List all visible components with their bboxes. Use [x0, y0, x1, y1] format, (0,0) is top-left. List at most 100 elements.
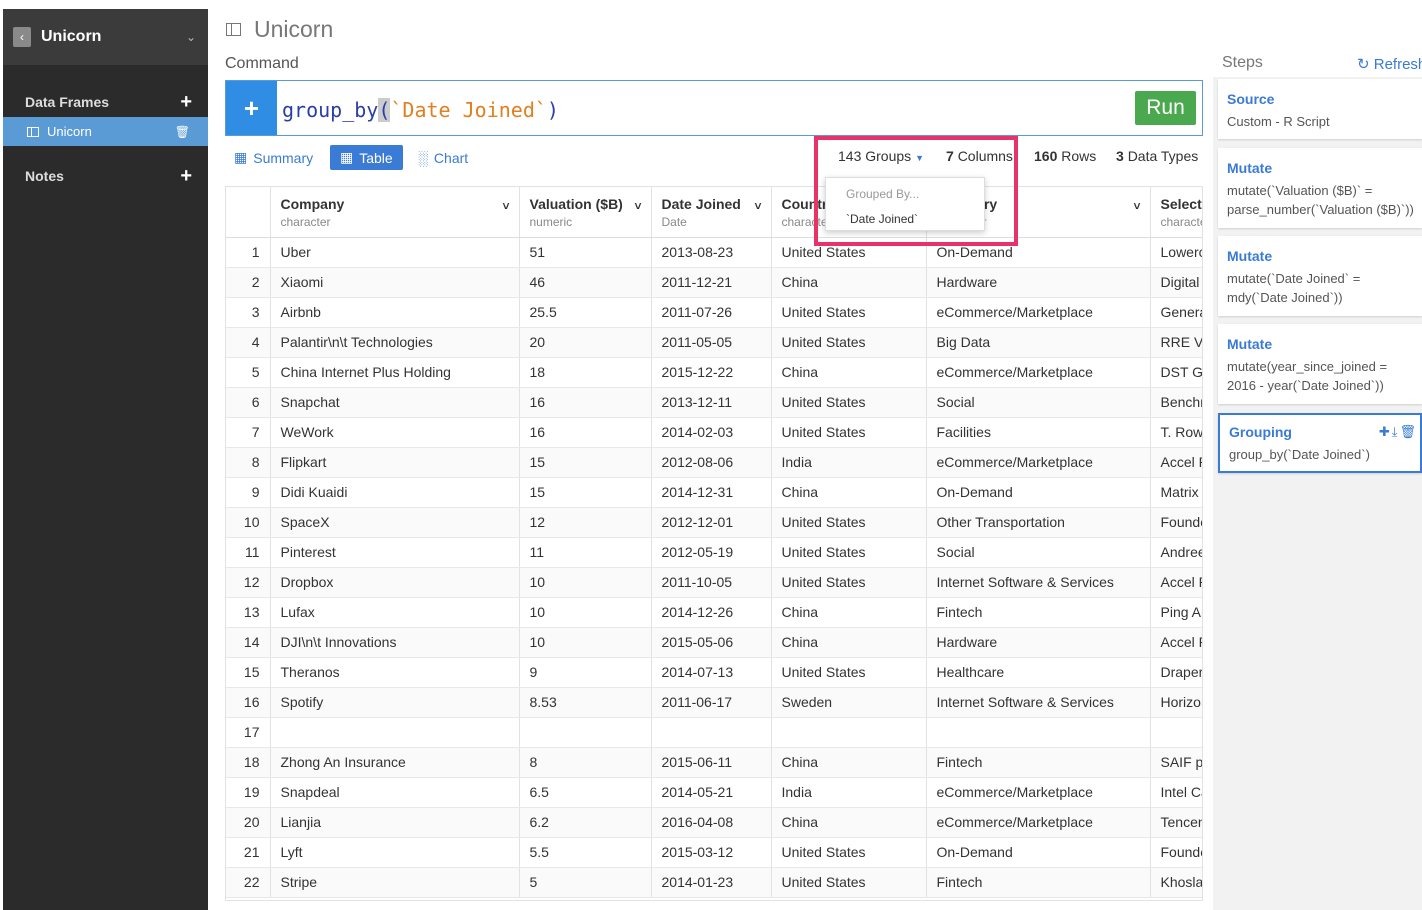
table-row[interactable]: 14 DJI\n\t Innovations 10 2015-05-06 China Ha…: [226, 627, 1202, 658]
column-header[interactable]: Date Joined Date ˅: [651, 187, 772, 238]
tab-summary[interactable]: ▦ Summary: [234, 145, 313, 170]
table-cell: Uber: [270, 237, 520, 268]
table-row[interactable]: 19 Snapdeal 6.5 2014-05-21 India eCommerce/Ma…: [226, 777, 1202, 808]
step-card[interactable]: Mutate mutate(`Date Joined` = mdy(`Date …: [1218, 236, 1422, 316]
chevron-down-icon[interactable]: ⌄: [186, 30, 196, 44]
project-header[interactable]: ‹ Unicorn ⌄: [3, 9, 208, 65]
table-cell: Accel Partners: [1150, 627, 1202, 658]
table-row[interactable]: 3 Airbnb 25.5 2011-07-26 United States eComme…: [226, 297, 1202, 328]
table-row[interactable]: 8 Flipkart 15 2012-08-06 India eCommerce/Mark…: [226, 447, 1202, 478]
add-note-icon[interactable]: +: [180, 166, 192, 186]
step-card-selected[interactable]: ✚⤓🗑 Grouping group_by(`Date Joined`): [1218, 413, 1422, 473]
table-row[interactable]: 10 SpaceX 12 2012-12-01 United States Other T…: [226, 507, 1202, 538]
step-card[interactable]: Mutate mutate(year_since_joined = 2016 -…: [1218, 324, 1422, 404]
table-cell: Didi Kuaidi: [270, 477, 520, 508]
table-cell: 2013-08-23: [651, 237, 772, 268]
column-header[interactable]: Company character ˅: [270, 187, 520, 238]
column-menu-chevron-icon[interactable]: ˅: [634, 199, 641, 213]
table-row[interactable]: 15 Theranos 9 2014-07-13 United States Health…: [226, 657, 1202, 688]
table-row[interactable]: 4 Palantir\n\t Technologies 20 2011-05-05 Un…: [226, 327, 1202, 358]
table-cell: [651, 717, 772, 748]
table-cell: 16: [519, 417, 652, 448]
add-step-icon[interactable]: ✚: [1379, 424, 1392, 439]
add-data-frame-icon[interactable]: +: [180, 92, 192, 112]
column-header[interactable]: Valuation ($B) numeric ˅: [519, 187, 652, 238]
step-card[interactable]: Source Custom - R Script: [1218, 79, 1422, 139]
table-cell: United States: [771, 417, 927, 448]
table-row[interactable]: 16 Spotify 8.53 2011-06-17 Sweden Internet So…: [226, 687, 1202, 718]
table-row[interactable]: 2 Xiaomi 46 2011-12-21 China Hardware Digital: [226, 267, 1202, 298]
tab-chart[interactable]: ░ Chart: [418, 145, 468, 170]
table-cell: eCommerce/Marketplace: [926, 297, 1151, 328]
table-cell: Snapchat: [270, 387, 520, 418]
table-cell: 10: [519, 597, 652, 628]
table-row[interactable]: 17: [226, 717, 1202, 748]
table-cell: Khosla: [1150, 867, 1202, 898]
table-row[interactable]: 21 Lyft 5.5 2015-03-12 United States On-Deman…: [226, 837, 1202, 868]
table-cell: [519, 717, 652, 748]
table-cell: 2012-12-01: [651, 507, 772, 538]
table-cell: 2014-02-03: [651, 417, 772, 448]
table-cell: On-Demand: [926, 837, 1151, 868]
table-row[interactable]: 11 Pinterest 11 2012-05-19 United States Soci…: [226, 537, 1202, 568]
table-cell: 8: [519, 747, 652, 778]
add-command-icon[interactable]: +: [226, 81, 277, 135]
table-cell: 20: [519, 327, 652, 358]
data-frames-label: Data Frames: [25, 94, 110, 110]
table-cell: 2015-12-22: [651, 357, 772, 388]
column-name: Select Investors: [1160, 196, 1203, 212]
table-cell: Stripe: [270, 867, 520, 898]
table-cell: Facilities: [926, 417, 1151, 448]
table-row[interactable]: 6 Snapchat 16 2013-12-11 United States Social…: [226, 387, 1202, 418]
table-cell: Benchmark: [1150, 387, 1202, 418]
table-cell: 25.5: [519, 297, 652, 328]
table-cell: Lufax: [270, 597, 520, 628]
refresh-button[interactable]: ↻ Refresh: [1357, 55, 1422, 73]
table-row[interactable]: 20 Lianjia 6.2 2016-04-08 China eCommerce/Mar…: [226, 807, 1202, 838]
table-row[interactable]: 22 Stripe 5 2014-01-23 United States Fintech K…: [226, 867, 1202, 898]
table-cell: 2016-04-08: [651, 807, 772, 838]
table-cell: China: [771, 747, 927, 778]
page-title: Unicorn: [226, 16, 333, 43]
row-number-cell: 4: [226, 327, 271, 358]
table-row[interactable]: 13Lufax102014-12-26ChinaFintechPing An: [226, 597, 1202, 628]
column-header[interactable]: Select Investors character: [1150, 187, 1203, 238]
column-menu-chevron-icon[interactable]: ˅: [754, 199, 761, 213]
table-cell: China: [771, 357, 927, 388]
trash-icon[interactable]: 🗑: [1399, 424, 1418, 439]
row-number-cell: 11: [226, 537, 271, 568]
back-arrow-icon[interactable]: ‹: [13, 27, 31, 47]
table-cell: DJI\n\t Innovations: [270, 627, 520, 658]
table-row[interactable]: 9 Didi Kuaidi 15 2014-12-31 China On-Demand Ma…: [226, 477, 1202, 508]
tab-table[interactable]: ▦ Table: [330, 145, 403, 170]
table-cell: eCommerce/Marketplace: [926, 357, 1151, 388]
table-cell: SAIF partners: [1150, 747, 1202, 778]
step-description: mutate(`Valuation ($B)` = parse_number(`…: [1227, 183, 1414, 217]
table-row[interactable]: 7 WeWork 16 2014-02-03 United States Faciliti…: [226, 417, 1202, 448]
table-row[interactable]: 18 Zhong An Insurance 8 2015-06-11 China Fint…: [226, 747, 1202, 778]
table-row[interactable]: 12 Dropbox 10 2011-10-05 United States Intern…: [226, 567, 1202, 598]
table-cell: 2011-10-05: [651, 567, 772, 598]
table-cell: eCommerce/Marketplace: [926, 777, 1151, 808]
command-input[interactable]: group_by(`Date Joined`): [282, 98, 559, 122]
trash-icon[interactable]: 🗑: [175, 125, 190, 139]
table-row[interactable]: 5 China Internet Plus Holding 18 2015-12-22…: [226, 357, 1202, 388]
table-cell: 2014-01-23: [651, 867, 772, 898]
column-menu-chevron-icon[interactable]: ˅: [502, 199, 509, 213]
table-cell: China Internet Plus Holding: [270, 357, 520, 388]
row-number-cell: 6: [226, 387, 271, 418]
run-button[interactable]: Run: [1135, 91, 1196, 125]
table-cell: 5: [519, 867, 652, 898]
command-editor[interactable]: + group_by(`Date Joined`) Run: [225, 80, 1203, 136]
step-card[interactable]: Mutate mutate(`Valuation ($B)` = parse_n…: [1218, 148, 1422, 228]
table-cell: Lyft: [270, 837, 520, 868]
table-cell: United States: [771, 657, 927, 688]
table-cell: Ping An: [1150, 597, 1202, 628]
table-cell: 8.53: [519, 687, 652, 718]
table-row[interactable]: 1 Uber 51 2013-08-23 United States On-Demand L…: [226, 237, 1202, 268]
column-menu-chevron-icon[interactable]: ˅: [1133, 199, 1140, 213]
table-cell: Theranos: [270, 657, 520, 688]
notes-section: Notes +: [3, 161, 208, 191]
table-cell: China: [771, 267, 927, 298]
sidebar-item-unicorn[interactable]: Unicorn 🗑: [3, 117, 208, 146]
